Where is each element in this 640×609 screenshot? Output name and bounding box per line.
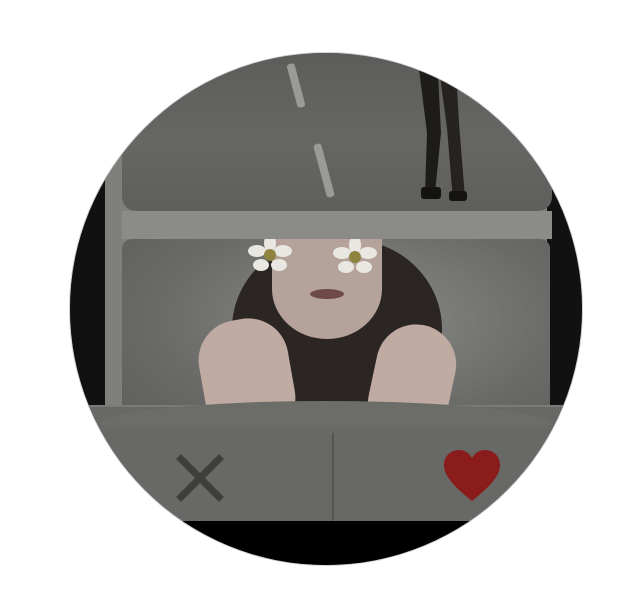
like-button[interactable] [440,446,504,506]
photo-lips [310,289,344,299]
road-marking [286,62,306,109]
card-separator [122,211,552,239]
screen [0,0,640,609]
previous-card-photo [122,53,552,211]
close-x-icon [176,454,224,502]
bottom-bezel [70,521,582,565]
round-watch-face [70,53,582,565]
dislike-button[interactable] [170,448,230,508]
daisy-right-graphic [333,239,377,273]
walking-legs-graphic [417,53,467,201]
daisy-left-graphic [248,239,292,271]
heart-icon [444,450,500,501]
action-divider [332,433,334,523]
road-marking [313,142,335,199]
